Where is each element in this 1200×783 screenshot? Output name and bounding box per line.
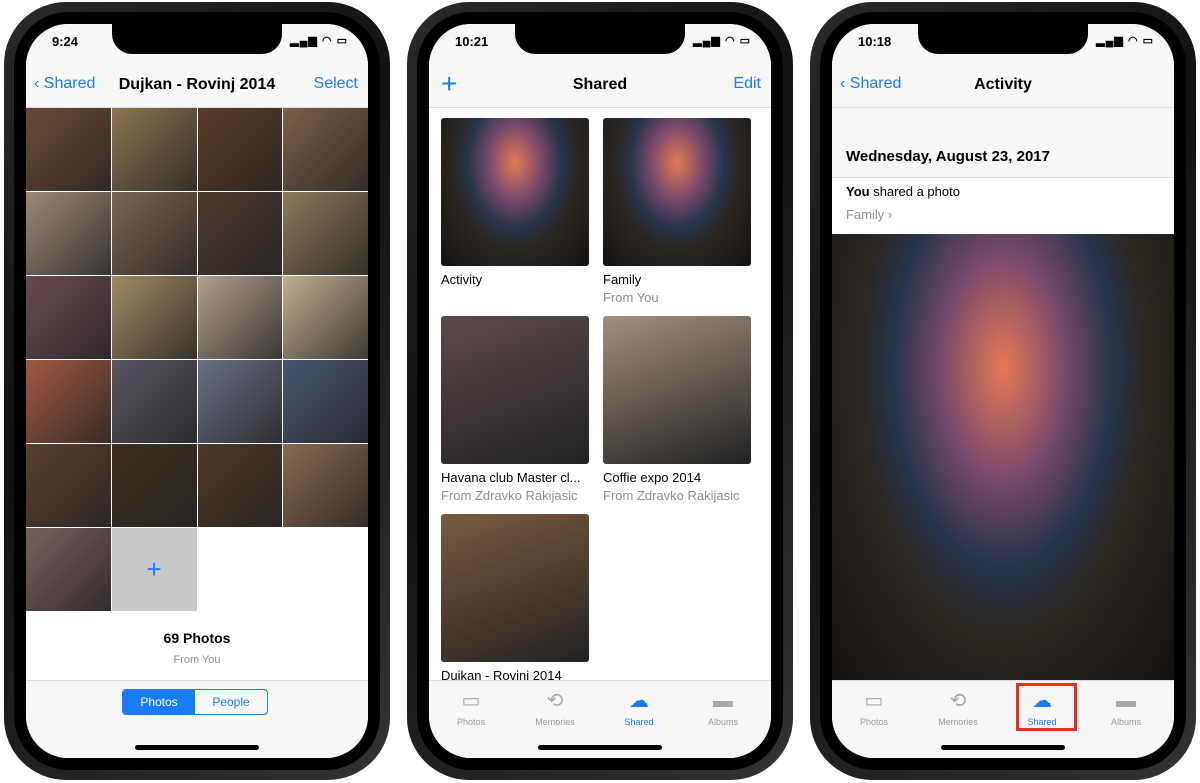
album-name: Havana club Master cl...	[441, 470, 581, 485]
photo-thumbnail[interactable]	[26, 108, 111, 191]
photo-thumbnail[interactable]	[283, 108, 368, 191]
page-title: Activity	[974, 76, 1032, 93]
album-item[interactable]: Havana club Master cl... From Zdravko Rak…	[441, 316, 589, 503]
photo-thumbnail[interactable]	[111, 444, 197, 527]
tab-memories[interactable]: ⟲ Memories	[928, 689, 988, 727]
notch	[515, 24, 685, 54]
album-thumbnail	[441, 514, 589, 662]
photo-thumbnail[interactable]	[197, 108, 283, 191]
notch	[112, 24, 282, 54]
photo-thumbnail[interactable]	[26, 360, 111, 443]
edit-button[interactable]: Edit	[733, 75, 761, 93]
album-owner: From Zdravko Rakijasic	[441, 488, 578, 503]
tab-shared[interactable]: ☁ Shared	[609, 689, 669, 727]
photo-thumbnail[interactable]	[111, 108, 197, 191]
signal-wifi-battery-icon: ▂▄▆ ◠ ▭	[693, 35, 751, 47]
nav-bar: ‹ Shared Activity	[832, 64, 1174, 108]
photo-thumbnail[interactable]	[197, 192, 283, 275]
segment-people[interactable]: People	[195, 690, 267, 714]
photos-icon: ▭	[461, 690, 481, 712]
album-link[interactable]: Family ›	[846, 207, 1160, 222]
album-thumbnail	[441, 316, 589, 464]
photos-icon: ▭	[864, 690, 884, 712]
photo-thumbnail[interactable]	[111, 192, 197, 275]
album-item[interactable]: Activity	[441, 118, 589, 290]
activity-text: You shared a photo	[846, 184, 960, 199]
album-owner: From Zdravko Rakijasic	[603, 488, 740, 503]
tab-albums[interactable]: ▬ Albums	[1096, 689, 1156, 727]
memories-icon: ⟲	[546, 690, 564, 712]
highlight-box	[1016, 683, 1077, 731]
album-owner: From You	[603, 290, 659, 305]
photo-thumbnail[interactable]	[111, 276, 197, 359]
tab-photos[interactable]: ▭ Photos	[844, 689, 904, 727]
plus-icon: +	[146, 554, 162, 584]
photo-count: 69 Photos	[163, 630, 231, 646]
home-indicator	[941, 745, 1065, 750]
page-title: Shared	[572, 76, 628, 93]
album-name: Coffie expo 2014	[603, 470, 702, 485]
notch	[918, 24, 1088, 54]
album-name: Family	[603, 272, 642, 287]
segment-photos[interactable]: Photos	[123, 690, 195, 714]
signal-wifi-battery-icon: ▂▄▆ ◠ ▭	[1096, 35, 1154, 47]
photo-thumbnail[interactable]	[283, 192, 368, 275]
photo-thumbnail[interactable]	[111, 360, 197, 443]
signal-wifi-battery-icon: ▂▄▆ ◠ ▭	[290, 35, 348, 47]
album-item[interactable]: Family From You	[603, 118, 751, 305]
nav-bar: + Shared Edit	[429, 64, 771, 108]
photo-thumbnail[interactable]	[26, 276, 111, 359]
photo-grid: +	[26, 108, 368, 611]
photo-thumbnail[interactable]	[197, 444, 283, 527]
phone-2: 10:21 ▂▄▆ ◠ ▭ + Shared Edit Activity Famil…	[407, 2, 793, 780]
activity-date: Wednesday, August 23, 2017	[846, 148, 1050, 165]
photo-thumbnail[interactable]	[283, 360, 368, 443]
photo-thumbnail[interactable]	[26, 192, 111, 275]
album-name: Activity	[441, 272, 483, 287]
photo-thumbnail[interactable]	[283, 276, 368, 359]
photo-thumbnail[interactable]	[197, 276, 283, 359]
tab-albums[interactable]: ▬ Albums	[693, 689, 753, 727]
photo-thumbnail[interactable]	[26, 444, 111, 527]
shared-photo[interactable]	[832, 234, 1174, 680]
tab-memories[interactable]: ⟲ Memories	[525, 689, 585, 727]
photo-thumbnail[interactable]	[26, 528, 111, 611]
nav-bar: ‹ Shared Dujkan - Rovinj 2014 Select	[26, 64, 368, 108]
home-indicator	[538, 745, 662, 750]
albums-icon: ▬	[1116, 690, 1136, 712]
album-thumbnail	[441, 118, 589, 266]
from-label: From You	[173, 654, 221, 666]
album-item[interactable]: Dujkan - Rovinj 2014	[441, 514, 589, 686]
album-item[interactable]: Coffie expo 2014 From Zdravko Rakijasic	[603, 316, 751, 503]
cloud-icon: ☁	[629, 690, 649, 712]
photo-thumbnail[interactable]	[197, 360, 283, 443]
phone-1: 9:24 ▂▄▆ ◠ ▭ ‹ Shared Dujkan - Rovinj 201…	[4, 2, 390, 780]
album-thumbnail	[603, 316, 751, 464]
photo-thumbnail[interactable]	[283, 444, 368, 527]
albums-icon: ▬	[713, 690, 733, 712]
select-button[interactable]: Select	[314, 75, 358, 93]
album-thumbnail	[603, 118, 751, 266]
tab-photos[interactable]: ▭ Photos	[441, 689, 501, 727]
home-indicator	[135, 745, 259, 750]
memories-icon: ⟲	[949, 690, 967, 712]
add-photo-button[interactable]: +	[111, 528, 197, 611]
phone-3: 10:18 ▂▄▆ ◠ ▭ ‹ Shared Activity Wednesday…	[810, 2, 1196, 780]
